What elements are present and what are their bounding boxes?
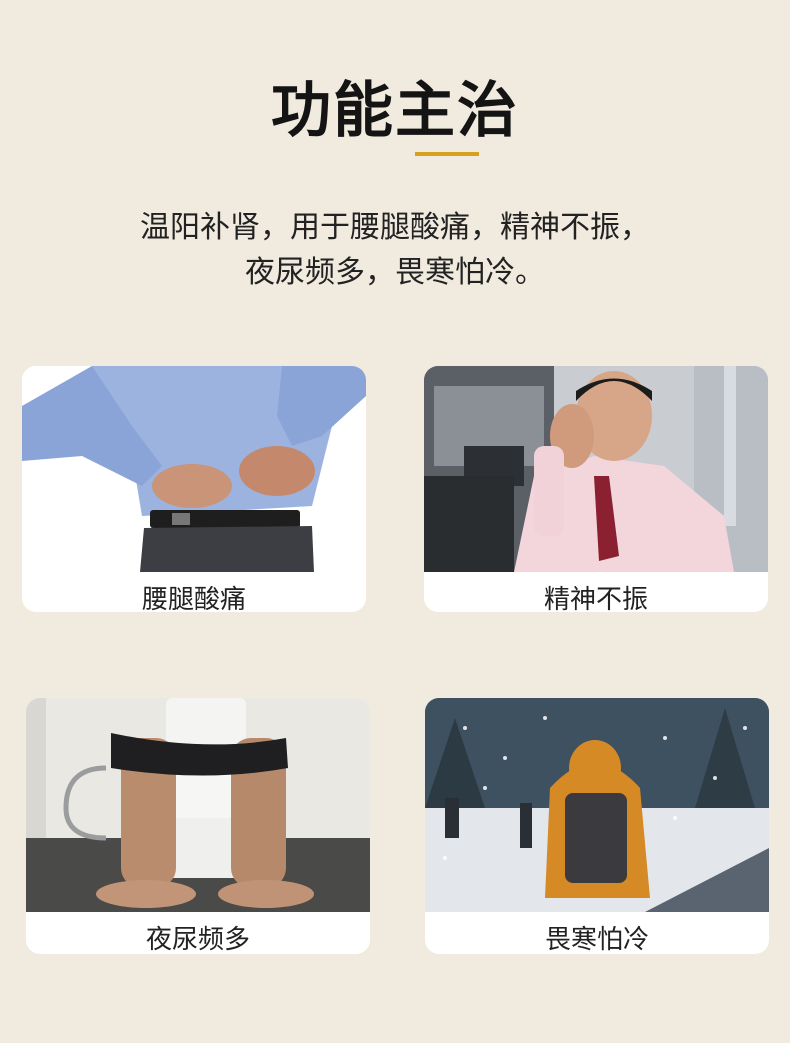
symptom-label: 腰腿酸痛 bbox=[141, 585, 246, 612]
description: 温阳补肾，用于腰腿酸痛，精神不振， 夜尿频多，畏寒怕冷。 bbox=[0, 205, 790, 295]
symptom-label: 精神不振 bbox=[543, 585, 648, 612]
symptom-card-back-pain: 腰腿酸痛 bbox=[22, 366, 366, 612]
symptom-label: 畏寒怕冷 bbox=[544, 925, 649, 954]
symptom-card-urination: 夜尿频多 bbox=[26, 698, 370, 954]
symptom-label: 夜尿频多 bbox=[145, 925, 250, 954]
page-title: 功能主治 bbox=[271, 76, 519, 146]
description-line-1: 温阳补肾，用于腰腿酸痛，精神不振， bbox=[140, 210, 650, 245]
title-underline bbox=[415, 152, 479, 156]
back-pain-photo bbox=[22, 366, 366, 572]
toilet-photo bbox=[26, 698, 370, 912]
description-line-2: 夜尿频多，畏寒怕冷。 bbox=[245, 255, 545, 290]
symptom-card-cold: 畏寒怕冷 bbox=[425, 698, 769, 954]
symptom-card-fatigue: 精神不振 bbox=[424, 366, 768, 612]
fatigue-photo bbox=[424, 366, 768, 572]
snow-cold-photo bbox=[425, 698, 769, 912]
